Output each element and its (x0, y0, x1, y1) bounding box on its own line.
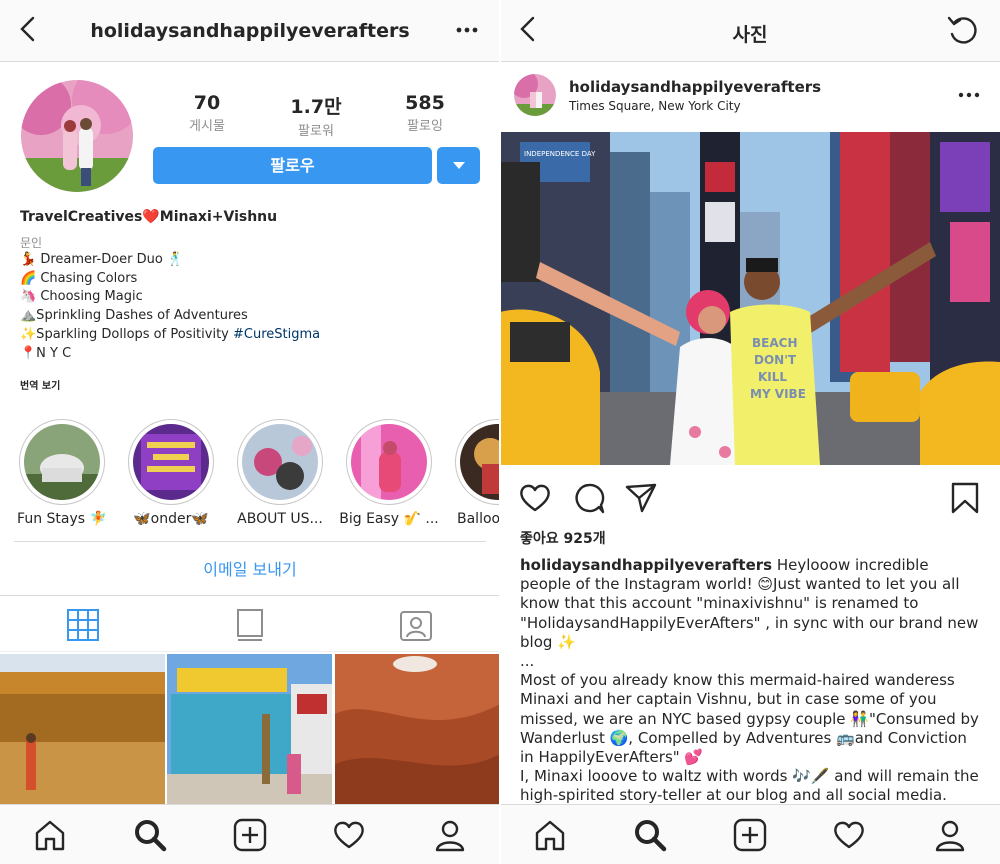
bio-line: ✨Sparkling Dollops of Positivity #CureSt… (20, 326, 320, 345)
grid-view-icon[interactable] (66, 608, 100, 642)
bottom-navigation (0, 804, 500, 864)
followers-count[interactable]: 1.7만 팔로워 (271, 92, 361, 139)
search-icon[interactable] (133, 818, 167, 852)
post-author-username[interactable]: holidaysandhappilyeverafters (569, 78, 821, 96)
caption-paragraph: holidaysandhappilyeverafters Heylooow in… (520, 556, 982, 652)
svg-text:DON'T: DON'T (754, 353, 797, 367)
email-button[interactable]: 이메일 보내기 (0, 556, 500, 580)
highlight-label: Fun Stays 🧚 (17, 511, 107, 527)
chevron-down-icon (453, 162, 465, 169)
story-highlight[interactable]: Balloon (455, 419, 500, 527)
more-options-icon[interactable] (452, 20, 482, 40)
profile-category: 문인 (20, 236, 43, 250)
bookmark-icon[interactable] (948, 481, 982, 515)
svg-text:KILL: KILL (758, 370, 787, 384)
follow-button[interactable]: 팔로우 (153, 147, 432, 184)
bottom-navigation (500, 804, 1000, 864)
highlight-ring (128, 419, 214, 505)
highlight-label: 🦋onder🦋 (133, 511, 209, 527)
bio-location: 📍N Y C (20, 345, 72, 361)
profile-screen: holidaysandhappilyeverafters 70 게시물 1.7만… (0, 0, 500, 864)
profile-icon[interactable] (433, 818, 467, 852)
story-highlight[interactable]: Fun Stays 🧚 (17, 419, 107, 527)
caption-ellipsis: ... (520, 652, 535, 671)
highlight-cover (133, 424, 209, 500)
svg-text:BEACH: BEACH (752, 336, 797, 350)
screen-divider (499, 0, 501, 864)
post-caption: holidaysandhappilyeverafters Heylooow in… (520, 556, 982, 804)
story-highlight[interactable]: ABOUT US... (237, 419, 323, 527)
comment-icon[interactable] (572, 481, 606, 515)
caption-paragraph: I, Minaxi looove to waltz with words 🎶🖋️… (520, 767, 979, 804)
search-icon[interactable] (633, 818, 667, 852)
grid-photo[interactable] (335, 654, 500, 804)
profile-icon[interactable] (933, 818, 967, 852)
feed-view-icon[interactable] (233, 608, 267, 642)
highlight-cover (24, 424, 100, 500)
like-heart-icon[interactable] (518, 481, 552, 515)
bio-line: 💃 Dreamer-Doer Duo 🕺 (20, 252, 184, 267)
highlight-ring (19, 419, 105, 505)
post-header: 사진 (500, 0, 1000, 62)
share-send-icon[interactable] (624, 481, 658, 515)
bio-line-text: ✨Sparkling Dollops of Positivity (20, 326, 233, 342)
profile-avatar[interactable] (21, 80, 133, 192)
highlight-cover (242, 424, 318, 500)
highlight-ring (237, 419, 323, 505)
story-highlight[interactable]: 🦋onder🦋 (128, 419, 214, 527)
highlight-ring (455, 419, 500, 505)
posts-count[interactable]: 70 게시물 (162, 92, 252, 134)
highlight-cover (460, 424, 500, 500)
post-screen-title: 사진 (732, 24, 768, 46)
profile-header: holidaysandhappilyeverafters (0, 0, 500, 62)
post-location[interactable]: Times Square, New York City (569, 99, 741, 113)
likes-count[interactable]: 좋아요 925개 (520, 528, 606, 548)
divider (14, 541, 486, 542)
profile-tabs (0, 595, 500, 652)
highlight-label: ABOUT US... (237, 511, 323, 527)
grid-photo[interactable] (167, 654, 332, 804)
more-options-icon[interactable] (956, 86, 982, 104)
profile-bio: 💃 Dreamer-Doer Duo 🕺 🌈 Chasing Colors 🦄 … (20, 251, 320, 363)
followers-count-value: 1.7만 (290, 96, 342, 118)
following-count[interactable]: 585 팔로잉 (380, 92, 470, 134)
billboard-text: INDEPENDENCE DAY (524, 150, 596, 158)
following-count-value: 585 (405, 92, 445, 114)
highlight-label: Big Easy 🎷 ... (339, 511, 439, 527)
highlight-ring (346, 419, 432, 505)
post-photo[interactable]: INDEPENDENCE DAY BEACH DON'T KILL MY VIB… (500, 132, 1000, 465)
bio-hashtag-link[interactable]: #CureStigma (233, 327, 320, 342)
home-icon[interactable] (533, 818, 567, 852)
posts-count-value: 70 (193, 92, 221, 114)
post-author-avatar[interactable] (514, 74, 556, 116)
bio-line: 🦄 Choosing Magic (20, 289, 143, 305)
bio-line: 🌈 Chasing Colors (20, 270, 138, 286)
refresh-icon[interactable] (946, 14, 980, 48)
new-post-icon[interactable] (733, 818, 767, 852)
photo-grid (0, 654, 500, 804)
home-icon[interactable] (33, 818, 67, 852)
svg-text:MY VIBE: MY VIBE (750, 387, 806, 401)
grid-photo[interactable] (0, 654, 165, 804)
new-post-icon[interactable] (233, 818, 267, 852)
highlight-cover (351, 424, 427, 500)
followers-count-label: 팔로워 (298, 124, 334, 139)
posts-count-label: 게시물 (189, 119, 225, 134)
following-count-label: 팔로잉 (407, 119, 443, 134)
post-screen: 사진 holidaysandhappilyeverafters Times Sq… (500, 0, 1000, 864)
tagged-photos-icon[interactable] (399, 608, 433, 642)
see-translation-link[interactable]: 번역 보기 (20, 377, 60, 392)
caption-paragraph: Most of you already know this mermaid-ha… (520, 671, 979, 767)
activity-heart-icon[interactable] (832, 818, 866, 852)
suggested-accounts-dropdown[interactable] (437, 147, 480, 184)
caption-username[interactable]: holidaysandhappilyeverafters (520, 556, 772, 574)
profile-display-name: TravelCreatives❤️Minaxi+Vishnu (20, 209, 278, 225)
bio-line: ⛰️Sprinkling Dashes of Adventures (20, 308, 248, 324)
story-highlight[interactable]: Big Easy 🎷 ... (339, 419, 439, 527)
activity-heart-icon[interactable] (332, 818, 366, 852)
highlight-label: Balloon (457, 511, 500, 527)
profile-username-title: holidaysandhappilyeverafters (90, 20, 410, 42)
